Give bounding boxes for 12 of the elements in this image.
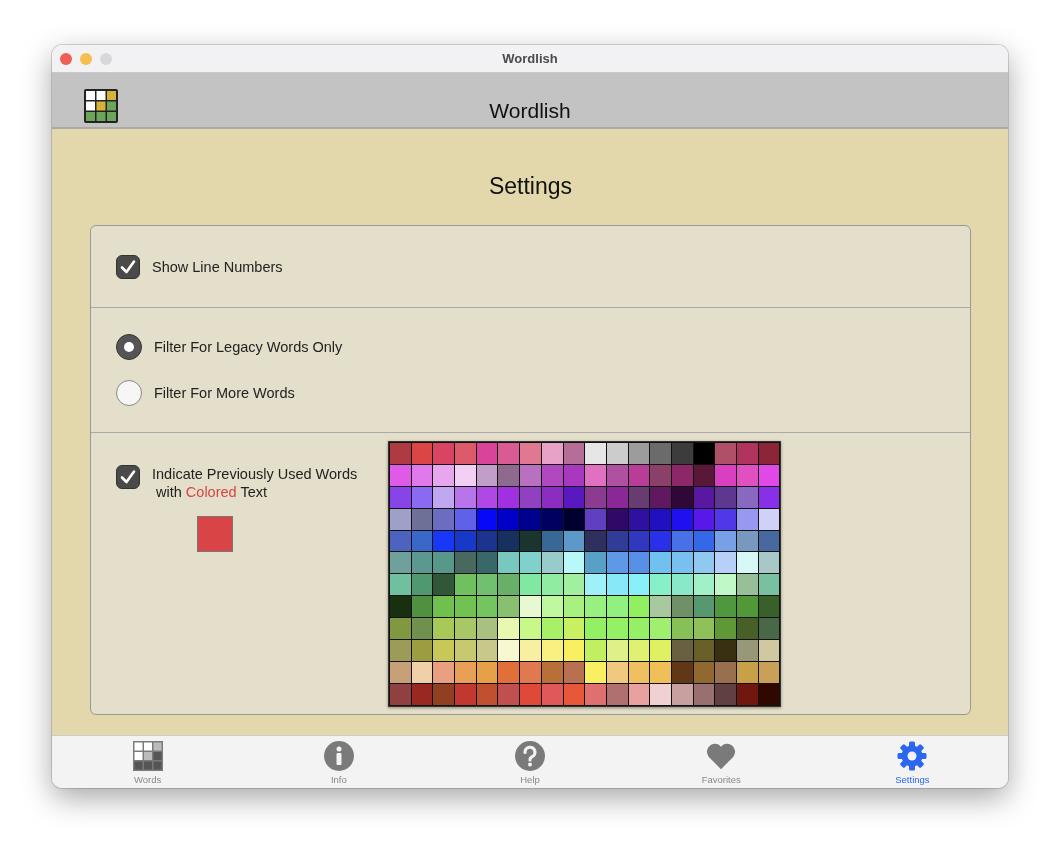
tab[interactable]: Favorites (625, 736, 817, 788)
app-title: Wordlish (489, 99, 571, 123)
tab[interactable]: Settings (816, 736, 1008, 788)
tab[interactable]: Words (52, 736, 244, 788)
radio-label: Filter For Legacy Words Only (154, 339, 343, 355)
page-title: Settings (487, 172, 574, 201)
checkbox-label: Show Line Numbers (152, 258, 283, 275)
radio-label: Filter For More Words (154, 385, 295, 401)
checkbox-label: Indicate Previously Used Words with Colored Text (152, 465, 358, 501)
tab[interactable]: Help (434, 736, 626, 788)
window-title: Wordlish (502, 51, 558, 66)
tab[interactable]: Info (243, 736, 435, 788)
